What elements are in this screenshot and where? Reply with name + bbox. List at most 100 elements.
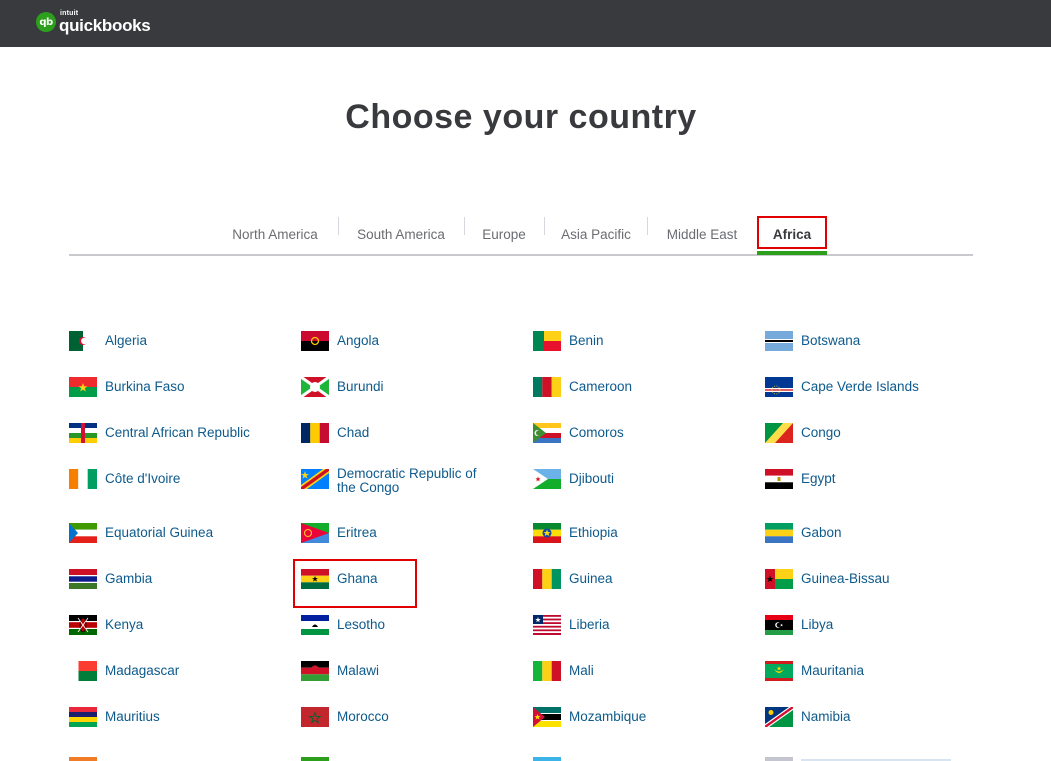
- tab-divider: [647, 217, 648, 235]
- country-link-guinea[interactable]: Guinea: [533, 569, 739, 589]
- active-tab-indicator: [757, 251, 827, 255]
- country-name: Congo: [801, 425, 841, 440]
- country-link-djibouti[interactable]: Djibouti: [533, 469, 739, 489]
- dr-congo-flag-icon: [301, 469, 329, 489]
- morocco-flag-icon: [301, 707, 329, 727]
- country-name: Madagascar: [105, 663, 180, 678]
- country-name: Angola: [337, 333, 380, 348]
- country-link-democratic-republic-of-the-congo[interactable]: Democratic Republic of the Congo: [301, 466, 477, 495]
- cote-divoire-flag-icon: [69, 469, 97, 489]
- country-link-guinea-bissau[interactable]: Guinea-Bissau: [765, 569, 971, 589]
- djibouti-flag-icon: [533, 469, 561, 489]
- country-name: Lesotho: [337, 617, 386, 632]
- country-link-burkina-faso[interactable]: Burkina Faso: [69, 377, 275, 397]
- country-link-eritrea[interactable]: Eritrea: [301, 523, 507, 543]
- country-name: Algeria: [105, 333, 148, 348]
- country-link-mali[interactable]: Mali: [533, 661, 739, 681]
- country-link-ghana[interactable]: Ghana: [301, 569, 507, 589]
- next-row-partial: [0, 752, 1051, 761]
- country-link-gabon[interactable]: Gabon: [765, 523, 971, 543]
- country-link-benin[interactable]: Benin: [533, 331, 739, 351]
- country-link-mauritania[interactable]: Mauritania: [765, 661, 971, 681]
- burkina-faso-flag-icon: [69, 377, 97, 397]
- tab-asia-pacific[interactable]: Asia Pacific: [551, 213, 641, 255]
- country-link-algeria[interactable]: Algeria: [69, 331, 275, 351]
- country-link-congo[interactable]: Congo: [765, 423, 971, 443]
- mali-flag-icon: [533, 661, 561, 681]
- country-link-burundi[interactable]: Burundi: [301, 377, 507, 397]
- country-link-chad[interactable]: Chad: [301, 423, 507, 443]
- country-link-lesotho[interactable]: Lesotho: [301, 615, 507, 635]
- top-header-bar: qb intuit quickbooks: [0, 0, 1051, 47]
- tab-divider: [464, 217, 465, 235]
- comoros-flag-icon: [533, 423, 561, 443]
- tab-south-america[interactable]: South America: [345, 213, 457, 255]
- country-link-madagascar[interactable]: Madagascar: [69, 661, 275, 681]
- country-name: Ethiopia: [569, 525, 618, 540]
- equatorial-guinea-flag-icon: [69, 523, 97, 543]
- country-name: Burundi: [337, 379, 384, 394]
- congo-flag-icon: [765, 423, 793, 443]
- country-link-libya[interactable]: Libya: [765, 615, 971, 635]
- country-link-kenya[interactable]: Kenya: [69, 615, 275, 635]
- country-name: Eritrea: [337, 525, 377, 540]
- cameroon-flag-icon: [533, 377, 561, 397]
- country-name: Gabon: [801, 525, 842, 540]
- quickbooks-logo[interactable]: qb intuit quickbooks: [36, 10, 151, 35]
- country-name: Morocco: [337, 709, 389, 724]
- country-link-central-african-republic[interactable]: Central African Republic: [69, 423, 275, 443]
- kenya-flag-icon: [69, 615, 97, 635]
- country-name: Ghana: [337, 571, 378, 586]
- country-name: Burkina Faso: [105, 379, 185, 394]
- tab-divider: [544, 217, 545, 235]
- lesotho-flag-icon: [301, 615, 329, 635]
- tab-north-america[interactable]: North America: [219, 213, 331, 255]
- country-link-angola[interactable]: Angola: [301, 331, 507, 351]
- country-link-comoros[interactable]: Comoros: [533, 423, 739, 443]
- guinea-bissau-flag-icon: [765, 569, 793, 589]
- gambia-flag-icon: [69, 569, 97, 589]
- chad-flag-icon: [301, 423, 329, 443]
- partial-flags-row: [69, 757, 951, 761]
- benin-flag-icon: [533, 331, 561, 351]
- country-link-cape-verde-islands[interactable]: Cape Verde Islands: [765, 377, 971, 397]
- country-link-equatorial-guinea[interactable]: Equatorial Guinea: [69, 523, 275, 543]
- country-link-malawi[interactable]: Malawi: [301, 661, 507, 681]
- egypt-flag-icon: [765, 469, 793, 489]
- country-link-ethiopia[interactable]: Ethiopia: [533, 523, 739, 543]
- region-tabs: North America South America Europe Asia …: [69, 213, 973, 257]
- gabon-flag-icon: [765, 523, 793, 543]
- country-link-namibia[interactable]: Namibia: [765, 707, 971, 727]
- country-link-gambia[interactable]: Gambia: [69, 569, 275, 589]
- namibia-flag-icon: [765, 707, 793, 727]
- country-link-mozambique[interactable]: Mozambique: [533, 707, 739, 727]
- country-name: Malawi: [337, 663, 380, 678]
- country-name: Egypt: [801, 471, 836, 486]
- country-name: Namibia: [801, 709, 851, 724]
- logo-quickbooks-text: quickbooks: [59, 16, 151, 35]
- country-link-cote-d-ivoire[interactable]: Côte d'Ivoire: [69, 469, 275, 489]
- country-link-cameroon[interactable]: Cameroon: [533, 377, 739, 397]
- country-link-egypt[interactable]: Egypt: [765, 469, 971, 489]
- tab-europe[interactable]: Europe: [471, 213, 537, 255]
- country-name: Benin: [569, 333, 604, 348]
- country-link-mauritius[interactable]: Mauritius: [69, 707, 275, 727]
- country-name: Côte d'Ivoire: [105, 471, 181, 486]
- mozambique-flag-icon: [533, 707, 561, 727]
- country-link-liberia[interactable]: Liberia: [533, 615, 739, 635]
- mauritius-flag-icon: [69, 707, 97, 727]
- malawi-flag-icon: [301, 661, 329, 681]
- country-name: Democratic Republic of the Congo: [337, 466, 477, 495]
- country-name: Guinea-Bissau: [801, 571, 890, 586]
- ethiopia-flag-icon: [533, 523, 561, 543]
- country-name: Djibouti: [569, 471, 615, 486]
- country-name: Comoros: [569, 425, 624, 440]
- tab-middle-east[interactable]: Middle East: [655, 213, 749, 255]
- angola-flag-icon: [301, 331, 329, 351]
- country-link-morocco[interactable]: Morocco: [301, 707, 507, 727]
- page-title: Choose your country: [345, 98, 697, 136]
- country-link-botswana[interactable]: Botswana: [765, 331, 971, 351]
- country-name: Chad: [337, 425, 370, 440]
- ghana-flag-icon: [301, 569, 329, 589]
- tab-africa[interactable]: Africa: [757, 213, 827, 255]
